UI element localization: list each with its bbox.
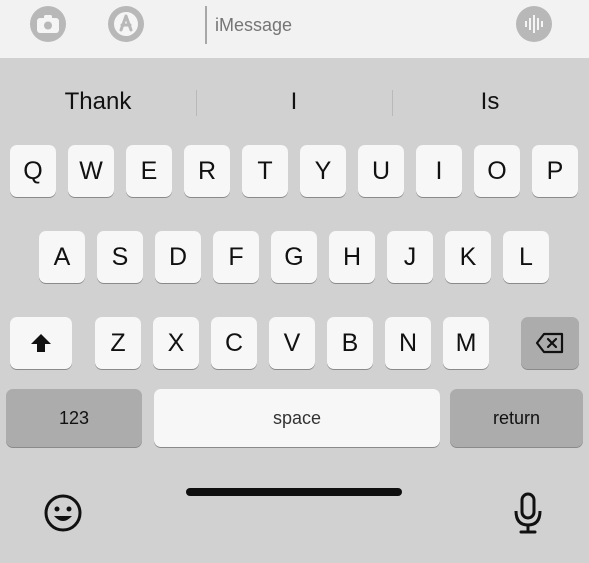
audio-waveform-icon [525, 15, 543, 33]
key-m[interactable]: M [443, 317, 489, 369]
key-j[interactable]: J [387, 231, 433, 283]
return-key[interactable]: return [450, 389, 583, 447]
key-i[interactable]: I [416, 145, 462, 197]
key-r[interactable]: R [184, 145, 230, 197]
key-g[interactable]: G [271, 231, 317, 283]
message-bar [0, 0, 589, 58]
home-indicator[interactable] [186, 488, 402, 496]
key-v[interactable]: V [269, 317, 315, 369]
space-key[interactable]: space [154, 389, 440, 447]
key-e[interactable]: E [126, 145, 172, 197]
numbers-key[interactable]: 123 [6, 389, 142, 447]
camera-icon [37, 15, 59, 33]
delete-key[interactable] [521, 317, 579, 369]
shift-icon [31, 334, 51, 352]
key-s[interactable]: S [97, 231, 143, 283]
microphone-icon [514, 492, 542, 534]
suggestion-2[interactable]: I [196, 76, 392, 128]
key-p[interactable]: P [532, 145, 578, 197]
key-o[interactable]: O [474, 145, 520, 197]
message-input[interactable] [205, 6, 495, 44]
suggestion-1[interactable]: Thank [0, 76, 196, 128]
key-u[interactable]: U [358, 145, 404, 197]
delete-icon [535, 332, 564, 354]
key-b[interactable]: B [327, 317, 373, 369]
appstore-button[interactable] [108, 6, 144, 42]
key-z[interactable]: Z [95, 317, 141, 369]
key-f[interactable]: F [213, 231, 259, 283]
key-w[interactable]: W [68, 145, 114, 197]
key-l[interactable]: L [503, 231, 549, 283]
emoji-button[interactable] [42, 492, 84, 534]
key-d[interactable]: D [155, 231, 201, 283]
voice-message-button[interactable] [516, 6, 552, 42]
key-y[interactable]: Y [300, 145, 346, 197]
shift-key[interactable] [10, 317, 72, 369]
suggestion-3[interactable]: Is [392, 76, 588, 128]
key-x[interactable]: X [153, 317, 199, 369]
key-q[interactable]: Q [10, 145, 56, 197]
key-n[interactable]: N [385, 317, 431, 369]
appstore-icon [114, 12, 138, 36]
keyboard-bottom-bar [0, 486, 589, 563]
key-c[interactable]: C [211, 317, 257, 369]
key-h[interactable]: H [329, 231, 375, 283]
key-t[interactable]: T [242, 145, 288, 197]
camera-button[interactable] [30, 6, 66, 42]
key-k[interactable]: K [445, 231, 491, 283]
predictive-bar: Thank I Is [0, 76, 589, 128]
dictation-button[interactable] [511, 492, 545, 534]
key-a[interactable]: A [39, 231, 85, 283]
keyboard-screen: Thank I Is Q W E R T Y U I O P A S D F G… [0, 0, 589, 563]
emoji-icon [44, 494, 82, 532]
